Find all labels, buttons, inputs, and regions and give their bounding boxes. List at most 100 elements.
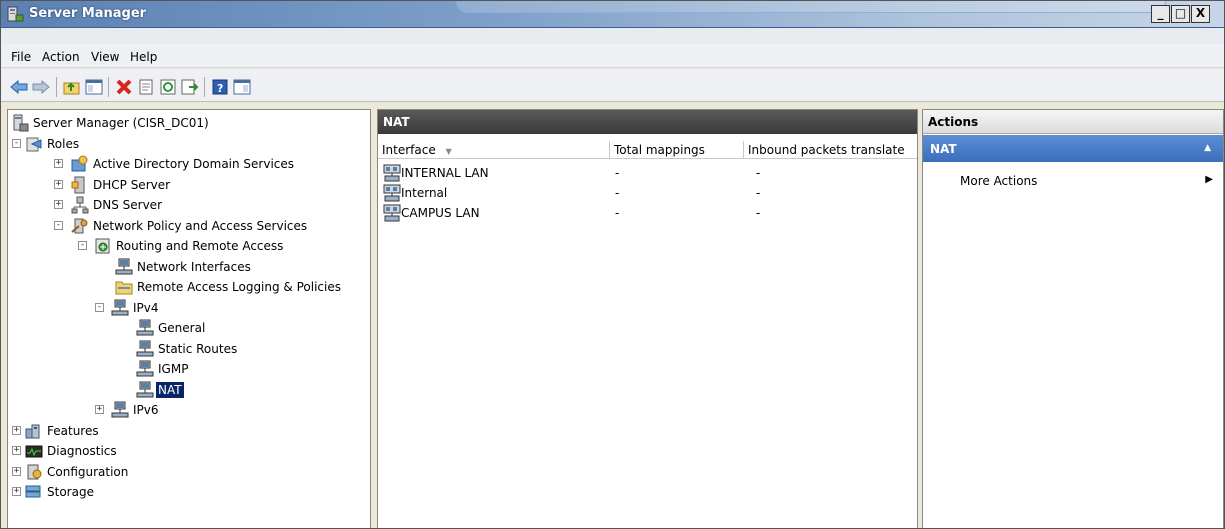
expand-plus-icon[interactable]: + <box>54 200 63 209</box>
active-directory-icon <box>71 155 89 173</box>
sort-descending-icon: ▼ <box>445 147 452 156</box>
help-icon[interactable]: ? <box>211 78 229 96</box>
total-mappings-value: - <box>615 206 620 220</box>
tree-item-label: Routing and Remote Access <box>116 239 284 253</box>
menu-bar: File Action View Help <box>1 28 1224 68</box>
tree-item[interactable]: + Active Directory Domain Services <box>8 154 370 174</box>
menu-action[interactable]: Action <box>42 50 80 64</box>
console-tree: Server Manager (CISR_DC01) - Roles + Active … <box>7 109 371 528</box>
tree-item[interactable]: - Network Policy and Access Services <box>8 216 370 236</box>
show-hide-action-pane-icon[interactable] <box>233 78 251 96</box>
tree-item[interactable]: + DNS Server <box>8 195 370 215</box>
tree-item-label-selected: NAT <box>156 381 184 398</box>
menu-view[interactable]: View <box>91 50 119 64</box>
results-pane: NAT Interface ▼ Total mappings Inbound p… <box>377 109 918 528</box>
close-button[interactable]: X <box>1191 5 1210 23</box>
collapse-up-icon[interactable]: ▲ <box>1204 143 1211 153</box>
menu-file[interactable]: File <box>11 50 31 64</box>
column-header-inbound-packets[interactable]: Inbound packets translate <box>744 141 917 159</box>
tree-item[interactable]: + Features <box>8 421 370 441</box>
tree-item-label: Network Interfaces <box>137 259 251 274</box>
interface-name: INTERNAL LAN <box>401 166 489 180</box>
tree-item[interactable]: Network Interfaces <box>8 257 370 277</box>
menu-bar-spacer <box>1 28 1224 44</box>
actions-pane: Actions NAT ▲ More Actions ▶ <box>922 109 1224 528</box>
tree-item[interactable]: Static Routes <box>8 339 370 359</box>
column-header-interface[interactable]: Interface ▼ <box>378 141 610 159</box>
show-hide-console-tree-icon[interactable] <box>85 78 103 96</box>
tree-item-label: IPv4 <box>133 300 159 315</box>
tree-item[interactable]: - Routing and Remote Access <box>8 236 370 256</box>
title-bar[interactable]: Server Manager _ □ X <box>1 1 1224 28</box>
features-icon <box>25 422 43 440</box>
nat-interface-row[interactable]: CAMPUS LAN - - <box>378 204 917 224</box>
routing-icon <box>94 237 112 255</box>
window-title: Server Manager <box>29 6 147 21</box>
collapse-minus-icon[interactable]: - <box>54 220 63 230</box>
inbound-packets-value: - <box>756 186 761 200</box>
tree-item[interactable]: + Storage <box>8 482 370 502</box>
folder-icon <box>115 278 133 296</box>
up-folder-icon[interactable] <box>63 78 81 96</box>
tree-item[interactable]: + DHCP Server <box>8 175 370 195</box>
expand-plus-icon[interactable]: + <box>95 405 104 414</box>
more-actions-item[interactable]: More Actions ▶ <box>923 170 1223 190</box>
server-icon <box>11 114 29 132</box>
tree-item[interactable]: - Roles <box>8 134 370 154</box>
dns-icon <box>71 196 89 214</box>
expand-plus-icon[interactable]: + <box>54 179 63 189</box>
actions-pane-title: Actions <box>923 110 1223 134</box>
storage-icon <box>25 483 43 501</box>
server-manager-icon <box>7 6 24 22</box>
expand-plus-icon[interactable]: + <box>12 425 21 435</box>
tree-item[interactable]: Remote Access Logging & Policies <box>8 277 370 297</box>
configuration-icon <box>25 463 43 481</box>
forward-arrow-icon[interactable] <box>32 78 50 96</box>
network-node-icon <box>136 319 154 337</box>
interface-name: Internal <box>401 186 448 200</box>
menu-help[interactable]: Help <box>130 50 157 64</box>
minimize-button[interactable]: _ <box>1151 5 1170 23</box>
export-list-icon[interactable] <box>181 78 199 96</box>
column-header-total-mappings[interactable]: Total mappings <box>610 141 744 159</box>
tree-item-label: General <box>158 321 206 335</box>
actions-section-label: NAT <box>930 142 957 156</box>
expand-plus-icon[interactable]: + <box>54 159 63 168</box>
tree-item-label: Remote Access Logging & Policies <box>137 280 341 294</box>
back-arrow-icon[interactable] <box>10 78 28 96</box>
network-interface-icon <box>383 184 401 205</box>
expand-plus-icon[interactable]: + <box>12 487 21 496</box>
delete-icon[interactable] <box>115 78 133 96</box>
tree-item[interactable]: General <box>8 318 370 338</box>
submenu-arrow-icon: ▶ <box>1205 174 1213 185</box>
maximize-button[interactable]: □ <box>1171 5 1190 23</box>
server-manager-window: Server Manager _ □ X File Action View He… <box>0 0 1225 529</box>
expand-plus-icon[interactable]: + <box>12 466 21 476</box>
refresh-icon[interactable] <box>159 78 177 96</box>
tree-item[interactable]: NAT <box>8 380 370 400</box>
network-node-icon <box>111 401 129 419</box>
actions-section-header[interactable]: NAT ▲ <box>923 135 1223 162</box>
collapse-minus-icon[interactable]: - <box>95 302 104 312</box>
tree-item[interactable]: Server Manager (CISR_DC01) <box>8 113 370 133</box>
tree-item[interactable]: + Diagnostics <box>8 441 370 461</box>
network-node-icon <box>115 258 133 276</box>
more-actions-label: More Actions <box>960 174 1038 188</box>
tree-item[interactable]: IGMP <box>8 359 370 379</box>
network-node-icon <box>111 299 129 317</box>
tree-item[interactable]: + IPv6 <box>8 400 370 420</box>
tree-item[interactable]: - IPv4 <box>8 298 370 318</box>
tree-item-label: Configuration <box>47 464 129 479</box>
expand-plus-icon[interactable]: + <box>12 446 21 455</box>
tree-item-label: DNS Server <box>93 198 162 212</box>
collapse-minus-icon[interactable]: - <box>78 241 87 250</box>
network-node-icon <box>136 340 154 358</box>
toolbar-separator <box>56 77 57 97</box>
tree-item-label: Network Policy and Access Services <box>93 218 308 233</box>
properties-icon[interactable] <box>137 78 155 96</box>
nat-interface-row[interactable]: INTERNAL LAN - - <box>378 164 917 184</box>
collapse-minus-icon[interactable]: - <box>12 138 21 148</box>
nat-interface-row[interactable]: Internal - - <box>378 184 917 204</box>
toolbar-separator <box>108 77 109 97</box>
tree-item[interactable]: + Configuration <box>8 462 370 482</box>
